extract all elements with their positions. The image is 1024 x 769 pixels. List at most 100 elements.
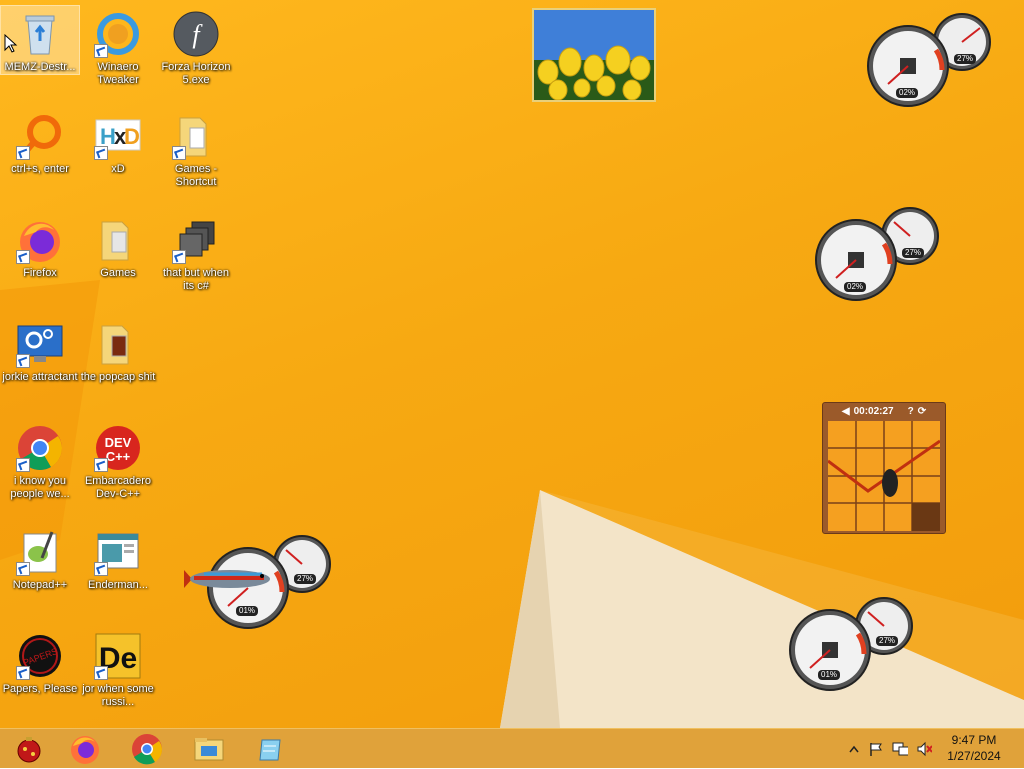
- desktop-icon-popcap[interactable]: the popcap shit: [79, 316, 157, 416]
- winaero-icon: [94, 10, 142, 58]
- icon-label: MEMZ-Destr...: [4, 61, 76, 73]
- app-window-icon: [94, 528, 142, 576]
- svg-text:DEV: DEV: [105, 435, 132, 450]
- icon-label: Enderman...: [88, 579, 148, 591]
- taskbar: 9:47 PM 1/27/2024: [0, 728, 1024, 768]
- shuffle-icon[interactable]: ⟳: [918, 406, 926, 417]
- shortcut-arrow-icon: [16, 146, 30, 160]
- cpu-meter-gadget[interactable]: 02% 27%: [814, 206, 942, 302]
- icon-label: i know you people we...: [10, 475, 70, 500]
- icon-label: Games - Shortcut: [174, 163, 218, 188]
- icon-label: ctrl+s, enter: [11, 163, 69, 175]
- taskbar-file-explorer[interactable]: [180, 729, 238, 769]
- shortcut-arrow-icon: [16, 354, 30, 368]
- notepad-icon: [259, 739, 281, 761]
- slideshow-gadget[interactable]: [532, 8, 656, 102]
- shortcut-arrow-icon: [94, 666, 108, 680]
- fish-gadget[interactable]: [184, 564, 274, 594]
- taskbar-firefox[interactable]: [56, 729, 114, 769]
- tulip-photo: [534, 10, 654, 100]
- desktop-icon-enderman[interactable]: Enderman...: [79, 524, 157, 624]
- desktop-icon-firefox[interactable]: Firefox: [1, 212, 79, 312]
- action-center-flag-icon[interactable]: [868, 741, 884, 757]
- desktop-icon-winaero[interactable]: Winaero Tweaker: [79, 6, 157, 106]
- cpu-usage-value: 02%: [844, 282, 867, 292]
- chrome-icon: [16, 424, 64, 472]
- shortcut-arrow-icon: [94, 458, 108, 472]
- svg-text:C++: C++: [106, 449, 131, 464]
- icon-label: Winaero Tweaker: [97, 61, 139, 86]
- clock-time: 9:47 PM: [951, 733, 997, 747]
- icon-label: Forza Horizon 5.exe: [161, 61, 231, 86]
- desktop-icon-de[interactable]: De jor when some russi...: [79, 628, 157, 728]
- desktop-icon-devcpp[interactable]: DEV C++ Embarcadero Dev-C++: [79, 420, 157, 520]
- shortcut-arrow-icon: [172, 146, 186, 160]
- network-icon[interactable]: [892, 741, 908, 757]
- start-button[interactable]: [0, 729, 58, 769]
- papers-please-icon: PAPERS: [16, 632, 64, 680]
- de-icon: De: [94, 632, 142, 680]
- back-icon[interactable]: ◀: [842, 406, 850, 417]
- shortcut-arrow-icon: [172, 250, 186, 264]
- puzzle-board[interactable]: [827, 421, 941, 531]
- folder-icon: [94, 320, 142, 368]
- desktop-icon-xd[interactable]: HxD xD: [79, 108, 157, 208]
- icon-label: Papers, Please: [2, 683, 78, 695]
- hxd-icon: HxD: [94, 112, 142, 160]
- settings-monitor-icon: [16, 320, 64, 368]
- chrome-icon: [132, 734, 163, 765]
- icon-label: jorkie attractant: [2, 371, 78, 383]
- flash-icon: f: [172, 10, 220, 58]
- cpu-usage-value: 02%: [896, 88, 919, 98]
- cpu-meter-gadget[interactable]: 01% 27%: [788, 596, 916, 692]
- shortcut-arrow-icon: [94, 44, 108, 58]
- folder-icon: [94, 216, 142, 264]
- firefox-icon: [71, 736, 99, 764]
- taskbar-notepad[interactable]: [242, 729, 300, 769]
- firefox-icon: [16, 216, 64, 264]
- taskbar-chrome[interactable]: [118, 729, 176, 769]
- icon-label: Firefox: [23, 267, 57, 279]
- icon-label: xD: [111, 163, 125, 175]
- puzzle-header: ◀ 00:02:27 ? ⟳: [823, 403, 945, 419]
- memory-usage-value: 27%: [954, 54, 977, 64]
- cpu-meter-gadget[interactable]: 02% 27%: [866, 12, 994, 108]
- windows-stack-icon: [172, 216, 220, 264]
- icon-label: jor when some russi...: [82, 683, 154, 708]
- show-hidden-icons-icon[interactable]: [846, 741, 862, 757]
- folder-icon: [172, 112, 220, 160]
- icon-label: Games: [100, 267, 136, 279]
- desktop-icon-notepadpp[interactable]: Notepad++: [1, 524, 79, 624]
- volume-muted-icon[interactable]: [916, 741, 932, 757]
- shortcut-arrow-icon: [16, 458, 30, 472]
- desktop-icon-games-shortcut[interactable]: Games - Shortcut: [157, 108, 235, 208]
- icon-label: that but when its c#: [162, 267, 230, 292]
- clock-date: 1/27/2024: [947, 749, 1001, 763]
- svg-text:D: D: [124, 124, 140, 149]
- cpu-usage-value: 01%: [236, 606, 259, 616]
- desktop-icon-papers-please[interactable]: PAPERS Papers, Please: [1, 628, 79, 728]
- desktop-icon-ctrl-s[interactable]: ctrl+s, enter: [1, 108, 79, 208]
- memory-usage-value: 27%: [294, 574, 317, 584]
- cpu-usage-value: 01%: [818, 670, 841, 680]
- shortcut-arrow-icon: [16, 250, 30, 264]
- desktop-icon-jorkie[interactable]: jorkie attractant: [1, 316, 79, 416]
- system-clock[interactable]: 9:47 PM 1/27/2024: [940, 732, 1008, 764]
- icon-label: the popcap shit: [80, 371, 156, 383]
- recycle-bin-icon: [16, 10, 64, 58]
- start-ornament-icon: [17, 737, 41, 763]
- icon-label: Notepad++: [12, 579, 68, 591]
- memory-usage-value: 27%: [876, 636, 899, 646]
- desktop-icon-that-but-cs[interactable]: that but when its c#: [157, 212, 235, 312]
- desktop[interactable]: MEMZ-Destr... Winaero Tweaker f Forza Ho…: [0, 0, 1024, 728]
- desktop-icon-chrome[interactable]: i know you people we...: [1, 420, 79, 520]
- desktop-icon-forza[interactable]: f Forza Horizon 5.exe: [157, 6, 235, 106]
- icon-label: Embarcadero Dev-C++: [84, 475, 152, 500]
- search-app-icon: [16, 112, 64, 160]
- notepadpp-icon: [16, 528, 64, 576]
- help-icon[interactable]: ?: [908, 406, 914, 417]
- desktop-icon-games[interactable]: Games: [79, 212, 157, 312]
- memory-usage-value: 27%: [902, 248, 925, 258]
- picture-puzzle-gadget[interactable]: ◀ 00:02:27 ? ⟳: [822, 402, 946, 534]
- file-explorer-icon: [194, 738, 224, 761]
